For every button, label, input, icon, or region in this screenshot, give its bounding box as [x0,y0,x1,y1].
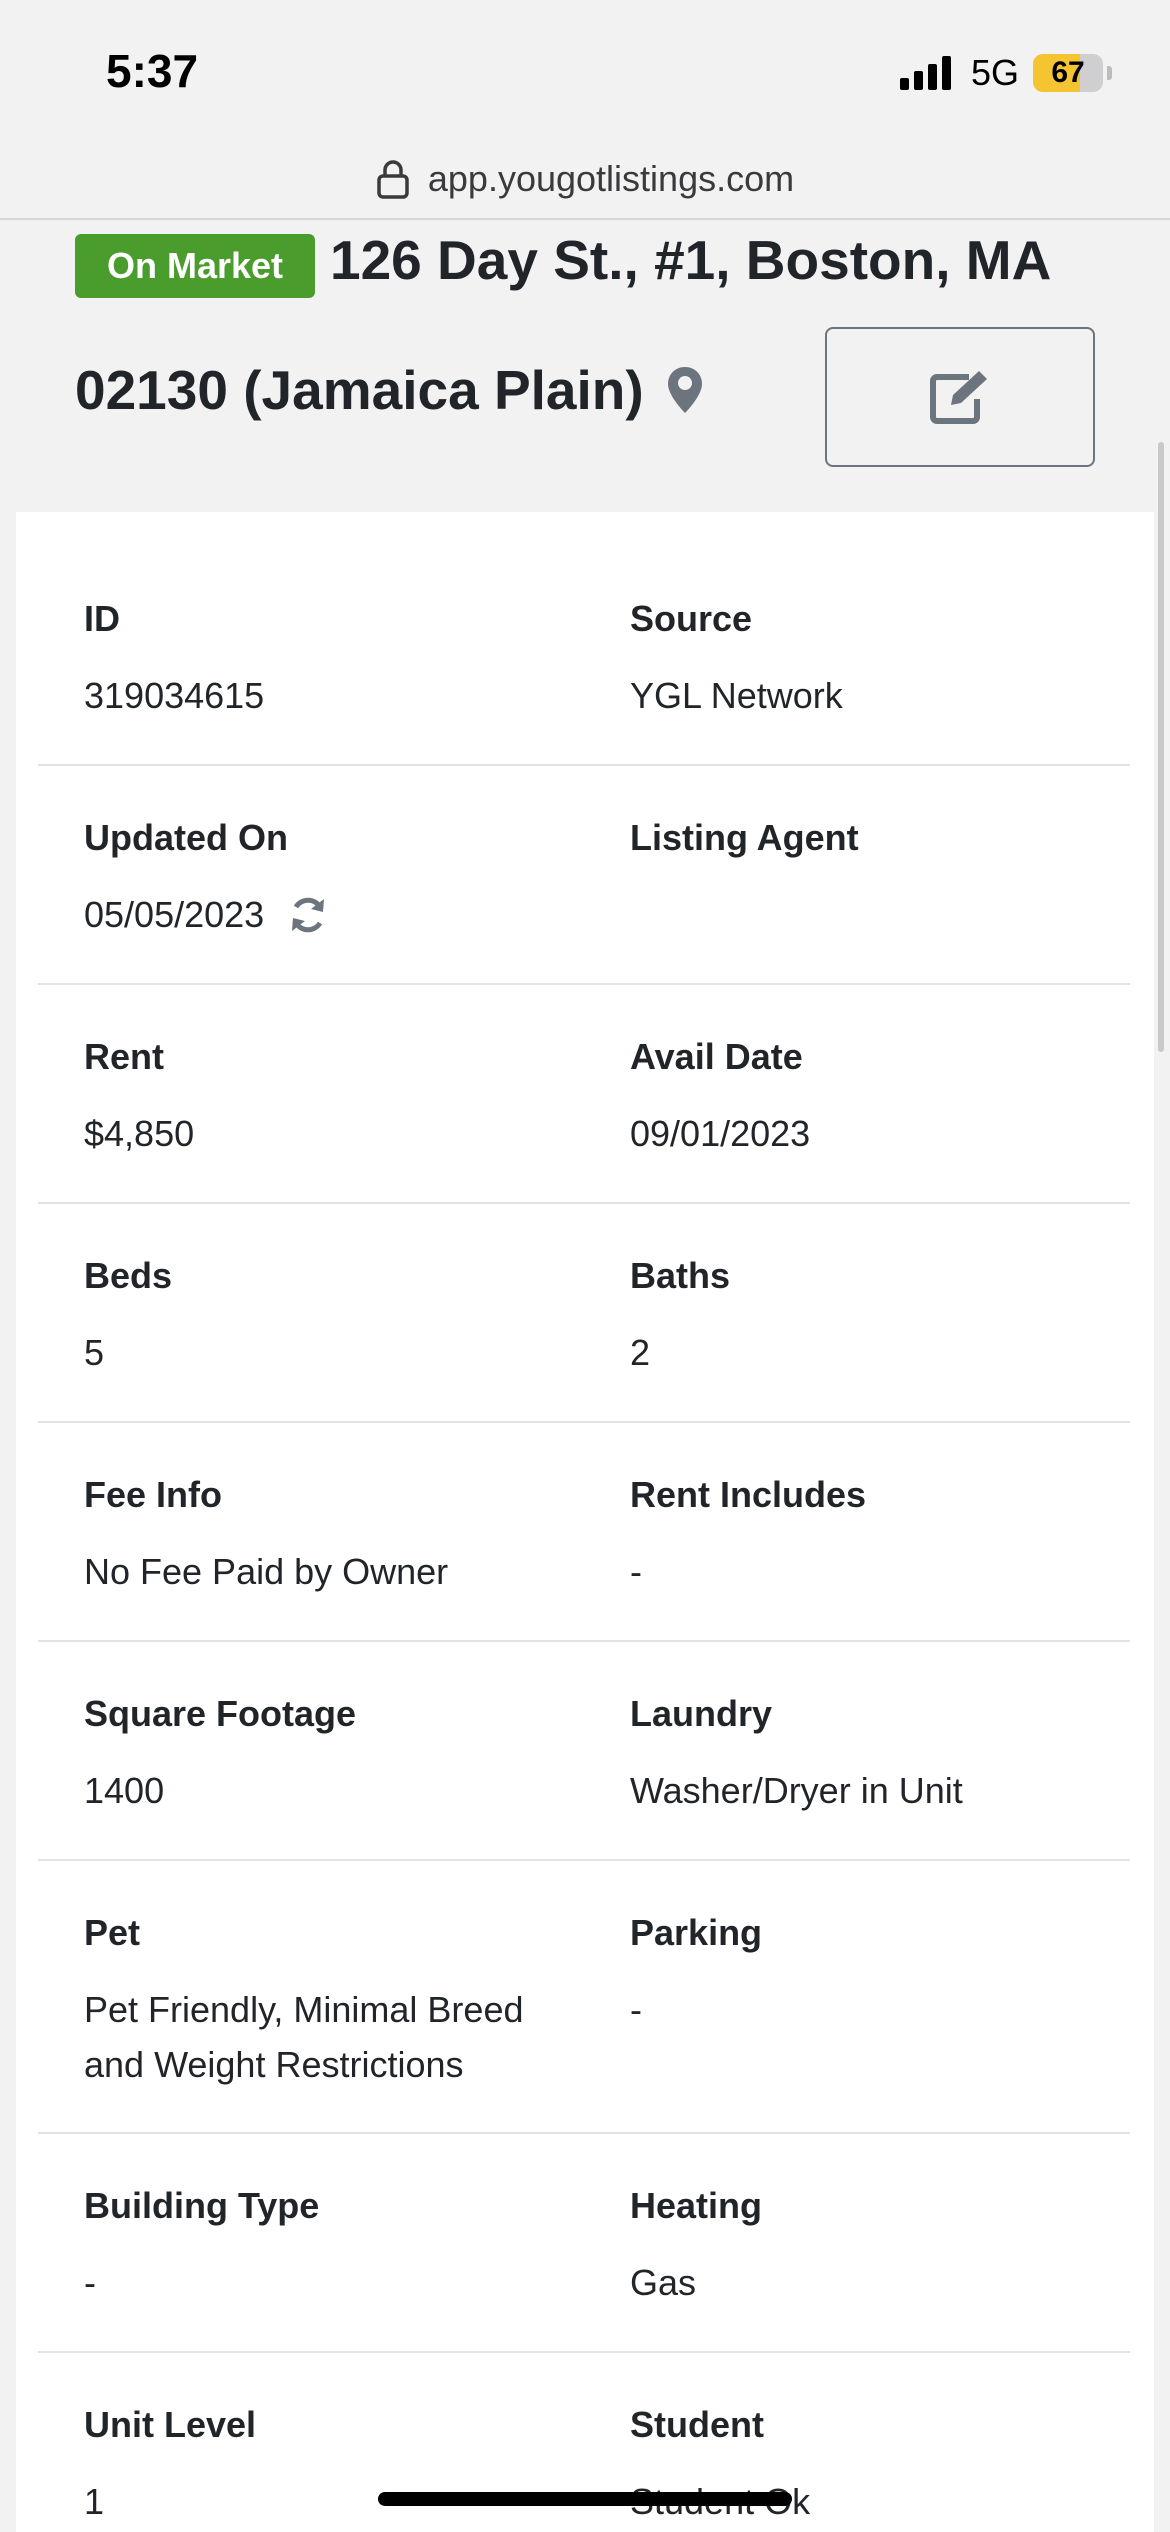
battery-level: 67 [1051,56,1085,89]
detail-label: ID [84,598,120,639]
detail-value-wrapper: 05/05/2023 [84,887,328,942]
detail-row: Updated On 05/05/2023 Listing Agent [38,766,1130,985]
details-card: ID 319034615 Source YGL Network Updated On… [16,512,1154,2532]
detail-label: Updated On [84,817,288,858]
battery-tip [1107,66,1112,80]
detail-label: Unit Level [84,2404,257,2445]
edit-icon [930,371,987,424]
detail-label: Parking [630,1912,763,1953]
detail-label: Building Type [84,2185,320,2226]
detail-label: Rent [84,1036,164,1077]
detail-row: Fee Info No Fee Paid by Owner Rent Includ… [38,1423,1130,1642]
home-indicator[interactable] [378,2492,792,2506]
scrollbar[interactable] [1158,442,1164,1052]
detail-value: Gas [630,2262,697,2303]
detail-row: Square Footage 1400 Laundry Washer/Dryer i… [38,1642,1130,1861]
detail-value: - [630,1989,642,2030]
detail-label: Heating [630,2185,763,2226]
detail-value: 1400 [84,1770,165,1811]
detail-label: Baths [630,1255,731,1296]
detail-label: Listing Agent [630,817,859,858]
detail-value: 1 [84,2481,105,2522]
edit-button[interactable] [825,327,1095,467]
detail-label: Source [630,598,753,639]
detail-label: Pet [84,1912,141,1953]
url-text: app.yougotlistings.com [427,158,795,199]
detail-value: 5 [84,1332,105,1373]
detail-row: Beds 5 Baths 2 [38,1204,1130,1423]
signal-icon [899,56,951,90]
detail-row: ID 319034615 Source YGL Network [38,512,1130,766]
detail-row: Building Type - Heating Gas [38,2134,1130,2353]
detail-value: $4,850 [84,1113,195,1154]
url-bar[interactable]: app.yougotlistings.com [0,140,1170,220]
status-time: 5:37 [106,45,199,97]
detail-label: Square Footage [84,1693,357,1734]
map-pin-icon[interactable] [666,365,704,415]
detail-value: 05/05/2023 [84,894,265,935]
status-badge: On Market [75,234,315,298]
detail-value: No Fee Paid by Owner [84,1551,449,1592]
detail-value: - [84,2262,96,2303]
detail-label: Rent Includes [630,1474,867,1515]
lock-icon [377,160,409,199]
detail-label: Student [630,2404,764,2445]
detail-label: Beds [84,1255,173,1296]
detail-value: Pet Friendly, Minimal Breed and Weight R… [84,1989,524,2085]
detail-value: 09/01/2023 [630,1113,811,1154]
detail-label: Avail Date [630,1036,803,1077]
detail-row: Pet Pet Friendly, Minimal Breed and Weigh… [38,1861,1130,2134]
detail-value: Washer/Dryer in Unit [630,1770,963,1811]
status-indicators: 5G 67 [899,52,1112,94]
detail-row: Rent $4,850 Avail Date 09/01/2023 [38,985,1130,1204]
refresh-icon[interactable] [288,895,328,935]
status-bar: 5:37 5G 67 [0,0,1170,140]
address-line-2: 02130 (Jamaica Plain) [75,359,644,421]
detail-value: 2 [630,1332,651,1373]
detail-label: Fee Info [84,1474,223,1515]
detail-label: Laundry [630,1693,773,1734]
battery-icon: 67 [1033,54,1103,92]
address-line-1: 126 Day St., #1, Boston, MA [330,229,1052,291]
listing-header: On Market 126 Day St., #1, Boston, MA 02… [0,222,1170,512]
address-line-2-wrapper: 02130 (Jamaica Plain) [75,358,704,422]
detail-value: YGL Network [630,675,843,716]
detail-value: 319034615 [84,675,265,716]
detail-value: - [630,1551,642,1592]
network-label: 5G [970,52,1019,93]
